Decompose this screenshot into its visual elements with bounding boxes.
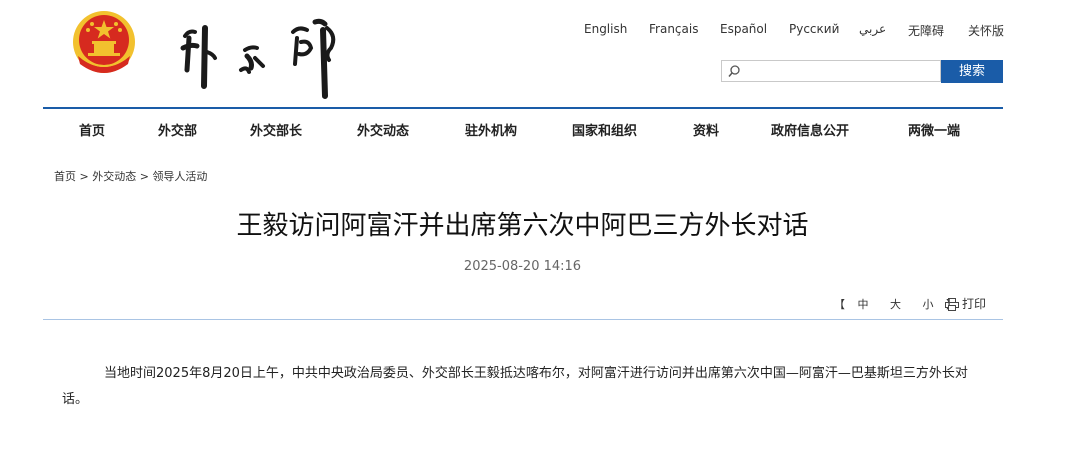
- lang-russian-link[interactable]: Русский: [789, 22, 839, 36]
- article-divider: [43, 319, 1003, 320]
- lang-english-link[interactable]: English: [584, 22, 627, 36]
- nav-item-ministry[interactable]: 外交部: [158, 120, 197, 139]
- font-size-controls: 【 中 大 小 】: [834, 296, 957, 312]
- article-paragraph: 当地时间2025年8月20日上午，中共中央政治局委员、外交部长王毅抵达喀布尔，对…: [62, 366, 968, 407]
- nav-item-government-info[interactable]: 政府信息公开: [771, 120, 849, 139]
- nav-item-missions-abroad[interactable]: 驻外机构: [465, 120, 517, 139]
- search-input[interactable]: [744, 62, 934, 82]
- national-emblem-logo: [73, 11, 135, 73]
- nav-item-resources[interactable]: 资料: [693, 120, 719, 139]
- ministry-calligraphy-logo: [180, 18, 336, 99]
- print-label: 打印: [962, 297, 987, 311]
- lang-french-link[interactable]: Français: [649, 22, 698, 36]
- print-button[interactable]: 打印: [945, 295, 986, 312]
- search-box: [721, 60, 941, 82]
- header-divider: [43, 107, 1003, 109]
- search-icon: [728, 65, 740, 77]
- nav-item-diplomatic-news[interactable]: 外交动态: [357, 120, 409, 139]
- nav-item-minister[interactable]: 外交部长: [250, 120, 302, 139]
- breadcrumb-home[interactable]: 首页: [54, 170, 76, 183]
- article-date: 2025-08-20 14:16: [463, 259, 582, 274]
- font-size-small-button[interactable]: 小: [923, 296, 934, 312]
- article-title: 王毅访问阿富汗并出席第六次中阿巴三方外长对话: [236, 211, 809, 241]
- font-size-bracket-open: 【: [834, 298, 845, 311]
- printer-icon: [945, 298, 959, 311]
- search-button[interactable]: 搜索: [941, 60, 1003, 83]
- nav-item-social-media[interactable]: 两微一端: [908, 120, 960, 139]
- nav-item-countries-organizations[interactable]: 国家和组织: [572, 120, 637, 139]
- breadcrumb-diplomatic-news[interactable]: 外交动态: [92, 170, 136, 183]
- lang-arabic-link[interactable]: عربي: [859, 22, 886, 36]
- breadcrumb-leader-activities[interactable]: 领导人活动: [152, 170, 207, 183]
- nav-item-home[interactable]: 首页: [79, 120, 105, 139]
- elderly-care-mode-link[interactable]: 关怀版: [968, 22, 1004, 39]
- font-size-medium-button[interactable]: 大: [890, 296, 901, 312]
- font-size-large-button[interactable]: 中: [858, 296, 869, 312]
- breadcrumb-separator: >: [79, 170, 89, 183]
- breadcrumb-separator: >: [139, 170, 149, 183]
- breadcrumb: 首页 > 外交动态 > 领导人活动: [54, 168, 207, 184]
- accessibility-link[interactable]: 无障碍: [908, 22, 944, 39]
- lang-spanish-link[interactable]: Español: [720, 22, 767, 36]
